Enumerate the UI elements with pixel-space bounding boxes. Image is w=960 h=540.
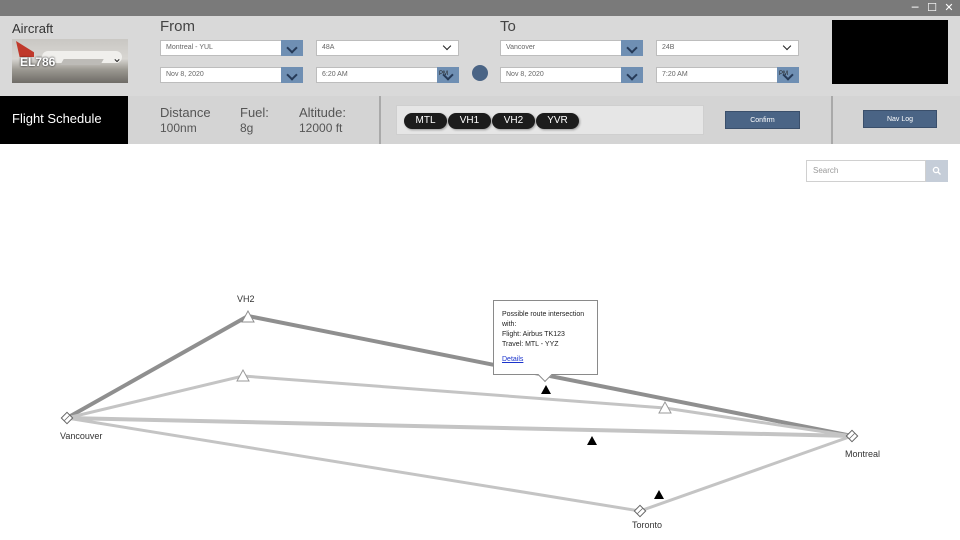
from-ampm-toggle[interactable]	[437, 67, 459, 83]
to-time-dropdown[interactable]: 7:20 AM	[656, 67, 799, 83]
flight-info-bar: Flight Schedule Distance 100nm Fuel: 8g …	[0, 96, 960, 144]
to-airport-dropdown[interactable]: Vancover	[500, 40, 643, 56]
distance-label: Distance	[160, 105, 211, 120]
chevron-down-icon[interactable]	[621, 40, 643, 56]
route-chip[interactable]: YVR	[536, 113, 579, 129]
traffic-icon[interactable]	[587, 436, 597, 445]
chevron-down-icon[interactable]	[621, 67, 643, 83]
route-map[interactable]	[0, 144, 960, 540]
window-titlebar: ─ ☐ ✕	[0, 0, 960, 16]
chevron-down-icon	[442, 41, 452, 51]
from-date-dropdown[interactable]: Nov 8, 2020	[160, 67, 303, 83]
place-label-vh2: VH2	[237, 294, 255, 304]
divider	[831, 96, 833, 144]
tooltip-line: Travel: MTL - YYZ	[502, 341, 559, 348]
swap-direction-button[interactable]	[472, 65, 488, 81]
details-link[interactable]: Details	[502, 355, 523, 365]
confirm-button[interactable]: Confirm	[725, 111, 800, 129]
traffic-icon[interactable]	[541, 385, 551, 394]
place-label-montreal: Montreal	[845, 449, 881, 459]
traffic-icon[interactable]	[654, 490, 664, 499]
altitude-value: 12000 ft	[299, 121, 343, 135]
search-icon	[932, 166, 941, 175]
tooltip-line: with:	[502, 321, 517, 328]
tab-flight-schedule[interactable]: Flight Schedule	[0, 96, 128, 144]
to-ampm-toggle[interactable]	[777, 67, 799, 83]
to-date-value: Nov 8, 2020	[506, 71, 544, 78]
to-date-dropdown[interactable]: Nov 8, 2020	[500, 67, 643, 83]
altitude-label: Altitude:	[299, 105, 346, 120]
search-input[interactable]: Search	[806, 160, 926, 182]
preview-panel	[832, 20, 948, 84]
from-date-value: Nov 8, 2020	[166, 71, 204, 78]
fuel-label: Fuel:	[240, 105, 269, 120]
fuel-value: 8g	[240, 121, 254, 135]
search-button[interactable]	[926, 160, 948, 182]
place-label-toronto: Toronto	[632, 520, 663, 530]
aircraft-tail-number: EL786	[20, 55, 56, 69]
to-gate-value: 24B	[662, 44, 675, 51]
from-airport-value: Montreal - YUL	[166, 44, 213, 51]
distance-value: 100nm	[160, 121, 197, 135]
to-airport-value: Vancover	[506, 44, 536, 51]
place-label-vancouver: Vancouver	[60, 431, 103, 441]
minimize-icon[interactable]: ─	[906, 1, 924, 15]
chevron-down-icon	[782, 41, 792, 51]
from-time-dropdown[interactable]: 6:20 AM	[316, 67, 459, 83]
direct-route-line[interactable]	[66, 416, 853, 438]
close-icon[interactable]: ✕	[940, 1, 958, 15]
from-gate-value: 48A	[322, 44, 335, 51]
airport-node-icon[interactable]	[845, 429, 859, 443]
to-time-value: 7:20 AM	[662, 71, 688, 78]
route-waypoints: MTL VH1 VH2 YVR	[396, 105, 704, 135]
chevron-down-icon: ⌄	[111, 51, 122, 65]
from-heading: From	[160, 18, 195, 35]
to-gate-dropdown[interactable]: 24B	[656, 40, 799, 56]
aircraft-label: Aircraft	[12, 21, 54, 36]
tooltip-line: Possible route intersection	[502, 311, 585, 318]
divider	[379, 96, 381, 144]
airport-node-icon[interactable]	[633, 504, 647, 518]
flight-setup-panel: Aircraft EL786 ⌄ From Montreal - YUL 48A…	[0, 16, 960, 96]
route-chip[interactable]: VH2	[492, 113, 535, 129]
from-gate-dropdown[interactable]: 48A	[316, 40, 459, 56]
nav-log-button[interactable]: Nav Log	[863, 110, 937, 128]
from-airport-dropdown[interactable]: Montreal - YUL	[160, 40, 303, 56]
chevron-down-icon[interactable]	[281, 67, 303, 83]
tooltip-line: Flight: Airbus TK123	[502, 331, 565, 338]
chevron-down-icon[interactable]	[281, 40, 303, 56]
aircraft-photo-wing	[60, 59, 104, 65]
maximize-icon[interactable]: ☐	[923, 1, 941, 15]
from-time-value: 6:20 AM	[322, 71, 348, 78]
aircraft-selector[interactable]: EL786 ⌄	[12, 39, 128, 83]
route-chip[interactable]: VH1	[448, 113, 491, 129]
route-chip[interactable]: MTL	[404, 113, 447, 129]
intersection-tooltip: Possible route intersection with: Flight…	[493, 300, 598, 375]
to-heading: To	[500, 18, 516, 35]
